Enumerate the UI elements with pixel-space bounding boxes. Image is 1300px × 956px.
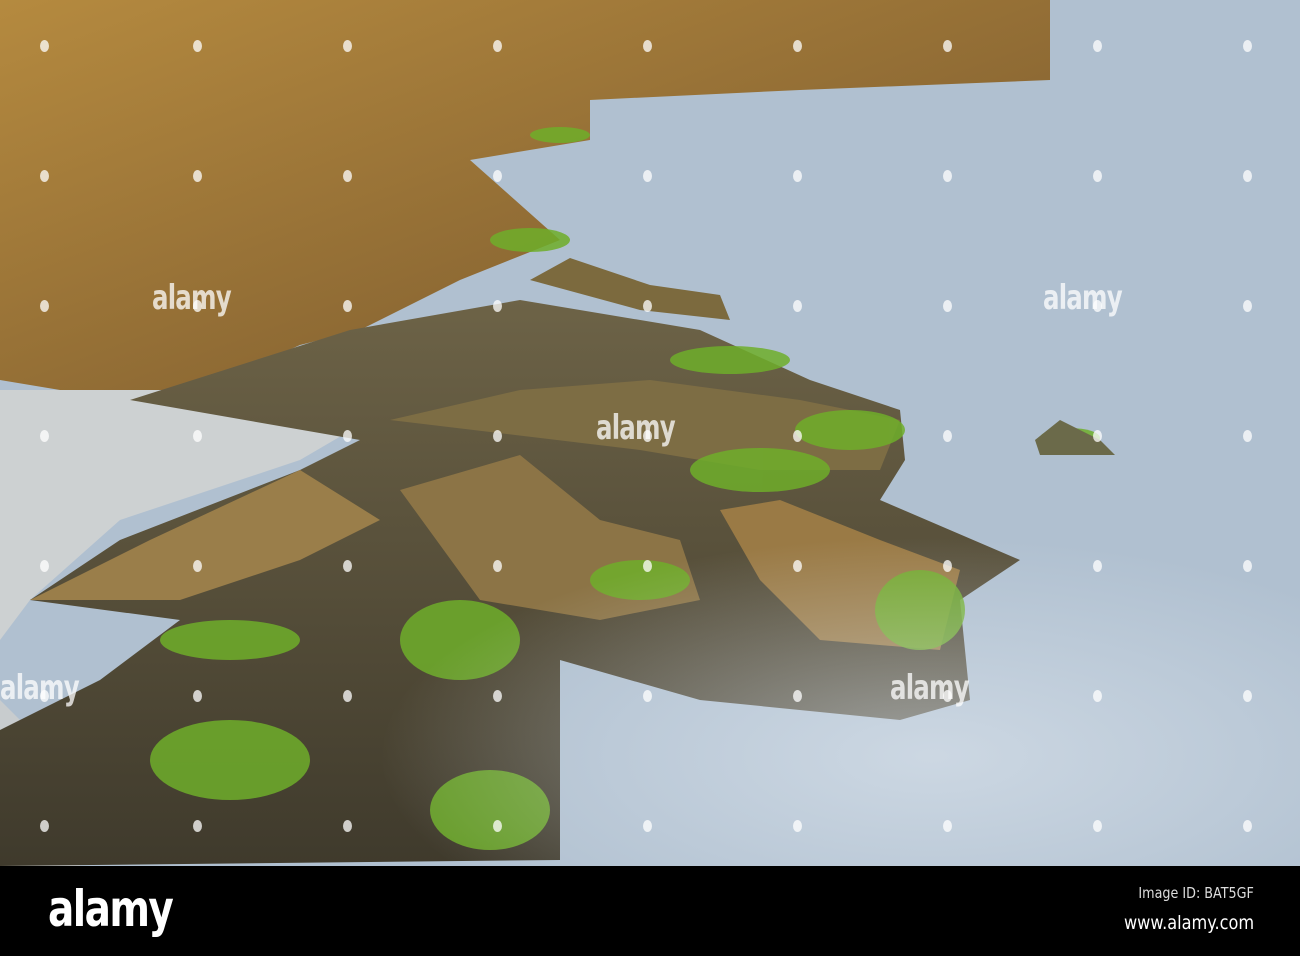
watermark-dot xyxy=(40,560,49,572)
watermark-dot xyxy=(493,820,502,832)
watermark-dot xyxy=(493,300,502,312)
watermark-dot xyxy=(1093,690,1102,702)
watermark-dot xyxy=(40,300,49,312)
watermark-dot xyxy=(493,690,502,702)
watermark-dot xyxy=(943,40,952,52)
watermark-dot xyxy=(1093,820,1102,832)
watermark: alamy xyxy=(596,408,676,448)
watermark-dot xyxy=(1243,690,1252,702)
watermark-dot xyxy=(40,820,49,832)
watermark-dot xyxy=(40,430,49,442)
watermark-dot xyxy=(943,560,952,572)
watermark-dot xyxy=(643,170,652,182)
watermark-dot xyxy=(643,820,652,832)
watermark-dot xyxy=(193,40,202,52)
watermark: alamy xyxy=(1043,278,1123,318)
watermark-dot xyxy=(343,820,352,832)
photo: alamy alamy alamy alamy alamy xyxy=(0,0,1300,866)
watermark-dot xyxy=(493,430,502,442)
watermark-dot xyxy=(793,170,802,182)
watermark-dot xyxy=(493,170,502,182)
watermark: alamy xyxy=(890,668,970,708)
watermark-dot xyxy=(493,40,502,52)
watermark-dot xyxy=(793,560,802,572)
footer-bar: alamy Image ID: BAT5GF www.alamy.com xyxy=(0,866,1300,956)
watermark-dot xyxy=(1093,430,1102,442)
alamy-logo: alamy xyxy=(48,880,174,938)
watermark-dot xyxy=(793,820,802,832)
watermark-dot xyxy=(193,560,202,572)
watermark-dot xyxy=(193,430,202,442)
watermark-dot xyxy=(343,560,352,572)
watermark-dot xyxy=(343,430,352,442)
website-url: www.alamy.com xyxy=(1123,912,1254,934)
watermark-dot xyxy=(493,560,502,572)
watermark-dot xyxy=(40,170,49,182)
watermark: alamy xyxy=(152,278,232,318)
watermark-dot xyxy=(1243,820,1252,832)
watermark-dot xyxy=(943,690,952,702)
watermark-dot xyxy=(343,690,352,702)
watermark-dot xyxy=(793,300,802,312)
watermark-dot xyxy=(793,430,802,442)
image-id: Image ID: BAT5GF xyxy=(1138,884,1254,902)
watermark-dot xyxy=(793,690,802,702)
watermark-dot xyxy=(1093,560,1102,572)
watermark-dot xyxy=(943,300,952,312)
watermark-dot xyxy=(193,820,202,832)
watermark-dot xyxy=(1093,40,1102,52)
watermark-dot xyxy=(1093,170,1102,182)
watermark-dot xyxy=(1243,300,1252,312)
watermark-dot xyxy=(643,690,652,702)
watermark-dot xyxy=(40,690,49,702)
watermark-dot xyxy=(643,300,652,312)
watermark-dot xyxy=(193,300,202,312)
watermark-dot xyxy=(40,40,49,52)
watermark-dot xyxy=(1243,40,1252,52)
watermark-dot xyxy=(193,690,202,702)
watermark-dot xyxy=(1243,170,1252,182)
watermark-dot xyxy=(793,40,802,52)
watermark-dot xyxy=(643,430,652,442)
watermark-dot xyxy=(643,40,652,52)
watermark-dot xyxy=(343,170,352,182)
watermark-dot xyxy=(943,820,952,832)
watermark-dot xyxy=(943,170,952,182)
watermark-dot xyxy=(343,300,352,312)
watermark-dot xyxy=(1093,300,1102,312)
watermark-dot xyxy=(1243,430,1252,442)
watermark-dot xyxy=(343,40,352,52)
watermark-dot xyxy=(943,430,952,442)
watermark-dot xyxy=(1243,560,1252,572)
watermark-dot xyxy=(193,170,202,182)
watermark-dot xyxy=(643,560,652,572)
watermark: alamy xyxy=(0,668,80,708)
